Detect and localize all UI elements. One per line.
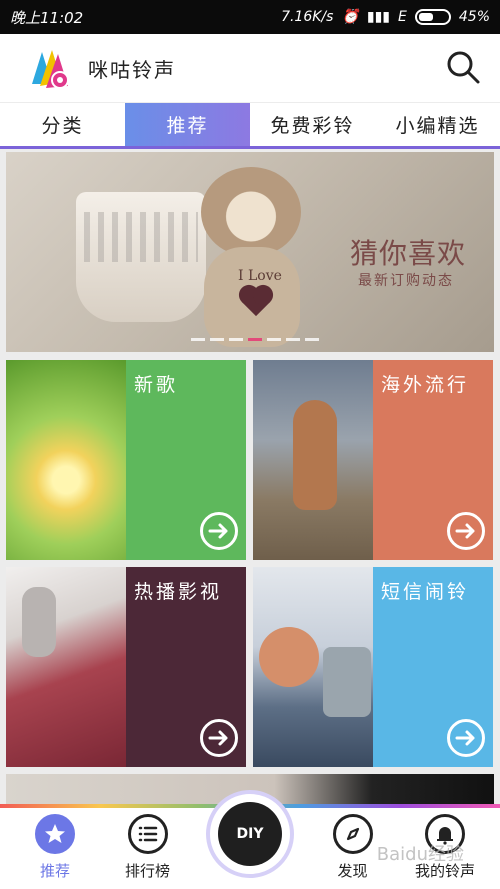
star-icon	[35, 814, 75, 854]
compass-icon	[332, 814, 373, 854]
tab-recommend[interactable]: 推荐	[125, 103, 250, 146]
signal-icon: ▮▮▮	[366, 9, 391, 25]
watermark: Baidu经验	[376, 844, 464, 865]
banner-subtitle: 最新订购动态	[358, 273, 454, 289]
status-bar: 晚上11:02 7.16K/s ⏰ ▮▮▮ E 45%	[0, 0, 500, 34]
diy-button[interactable]: DIY	[206, 790, 294, 878]
card-panel: 新歌	[126, 360, 246, 560]
app-header: 咪咕铃声	[0, 34, 500, 102]
card-photo-bunny	[253, 360, 373, 560]
arrow-right-icon[interactable]	[200, 512, 238, 550]
card-label: 新歌	[134, 374, 179, 396]
card-new-songs[interactable]: 新歌	[6, 360, 246, 560]
nav-label: 排行榜	[124, 862, 170, 880]
nav-label: 发现	[337, 862, 368, 880]
battery-percent: 45%	[458, 9, 490, 25]
search-button[interactable]	[444, 48, 482, 86]
battery-icon	[414, 9, 451, 25]
card-hit-tv-film[interactable]: 热播影视	[6, 567, 246, 767]
card-photo-figure	[253, 567, 373, 767]
nav-recommend[interactable]: 推荐	[10, 808, 100, 889]
alarm-icon: ⏰	[341, 9, 359, 25]
banner-bear-image	[201, 167, 301, 257]
status-time: 晚上11:02	[10, 8, 84, 27]
card-panel: 海外流行	[373, 360, 493, 560]
app-title: 咪咕铃声	[88, 57, 176, 82]
card-label: 短信闹铃	[381, 581, 470, 603]
card-overseas-pop[interactable]: 海外流行	[253, 360, 493, 560]
phone-screen: 晚上11:02 7.16K/s ⏰ ▮▮▮ E 45% 咪咕铃声 分类 推荐 免…	[0, 0, 500, 889]
search-icon	[447, 51, 480, 84]
arrow-right-icon[interactable]	[447, 719, 485, 757]
list-icon	[127, 814, 168, 854]
banner-tag: I Love	[238, 268, 282, 284]
banner-cup-image	[76, 192, 206, 322]
diy-icon: DIY	[218, 802, 282, 866]
tab-free-ringback[interactable]: 免费彩铃	[250, 103, 375, 146]
tab-classify[interactable]: 分类	[0, 103, 125, 146]
category-tabs: 分类 推荐 免费彩铃 小编精选	[0, 103, 500, 149]
arrow-right-icon[interactable]	[447, 512, 485, 550]
app-logo-icon	[22, 42, 74, 94]
card-photo-sunrise	[6, 360, 126, 560]
carrier-label: E	[398, 9, 407, 25]
featured-banner[interactable]: I Love 猜你喜欢 最新订购动态	[6, 152, 494, 352]
banner-title: 猜你喜欢	[349, 237, 466, 270]
card-sms-alarm[interactable]: 短信闹铃	[253, 567, 493, 767]
network-speed: 7.16K/s	[281, 9, 334, 25]
card-photo-book	[6, 567, 126, 767]
status-icons: 7.16K/s ⏰ ▮▮▮ E 45%	[281, 9, 490, 25]
card-label: 海外流行	[381, 374, 470, 396]
card-panel: 短信闹铃	[373, 567, 493, 767]
tab-editor-picks[interactable]: 小编精选	[375, 103, 500, 146]
card-panel: 热播影视	[126, 567, 246, 767]
nav-label: 推荐	[39, 862, 70, 880]
arrow-right-icon[interactable]	[200, 719, 238, 757]
carousel-indicator	[191, 338, 319, 341]
card-label: 热播影视	[134, 581, 223, 603]
nav-ranking[interactable]: 排行榜	[103, 808, 193, 889]
